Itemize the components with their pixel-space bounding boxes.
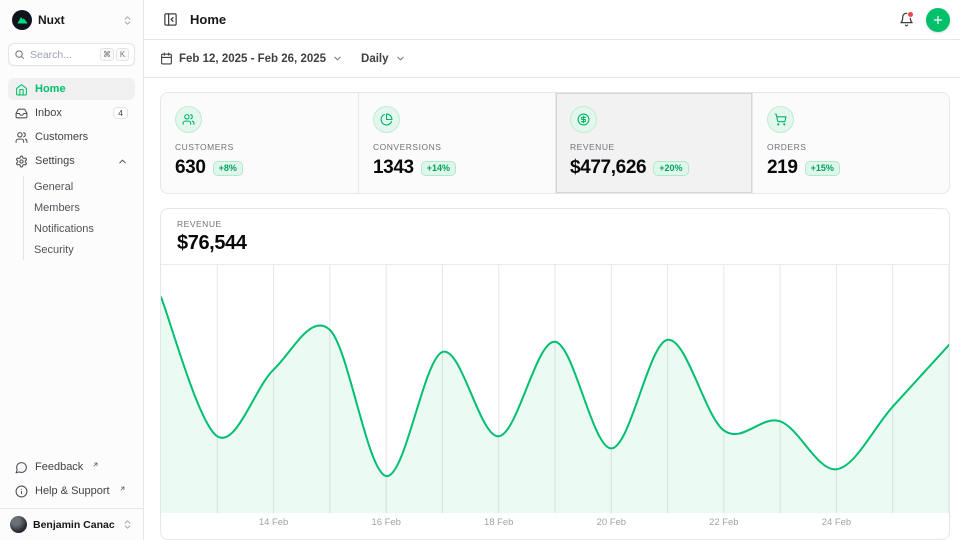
gear-icon (15, 155, 28, 168)
chart-x-tick-label: 14 Feb (259, 517, 288, 528)
notifications-button[interactable] (894, 8, 918, 32)
stat-card-customers[interactable]: CUSTOMERS 630 +8% (161, 93, 358, 193)
panel-left-close-icon (163, 12, 178, 27)
users-icon (175, 106, 202, 133)
stat-label: ORDERS (767, 142, 935, 152)
search-icon (14, 49, 25, 60)
chevrons-up-down-icon (122, 519, 133, 530)
chart-title: REVENUE (177, 219, 933, 229)
date-range-picker[interactable]: Feb 12, 2025 - Feb 26, 2025 (158, 48, 345, 69)
avatar (10, 516, 27, 533)
search-input[interactable]: Search... ⌘ K (8, 43, 135, 66)
stats-row: CUSTOMERS 630 +8% CONVERSIONS 1343 +14% (160, 92, 950, 194)
chart-x-tick-label: 16 Feb (371, 517, 400, 528)
period-value: Daily (361, 53, 389, 65)
chevron-up-icon (117, 156, 128, 167)
sidebar-item-label: Home (35, 83, 128, 95)
add-button[interactable] (926, 8, 950, 32)
plus-icon (932, 14, 944, 26)
main-area: Home Feb 12, 2025 - Feb 26, 2025 (144, 0, 960, 540)
chart-x-tick-label: 22 Feb (709, 517, 738, 528)
search-shortcut: ⌘ K (100, 48, 129, 61)
chart-headline-value: $76,544 (177, 232, 933, 255)
chart-header: REVENUE $76,544 (161, 209, 949, 265)
dashboard-app: Nuxt Search... ⌘ K Home (0, 0, 960, 540)
feedback-label: Feedback (35, 461, 83, 473)
info-icon (15, 485, 28, 498)
sidebar-item-customers[interactable]: Customers (8, 126, 135, 148)
stat-value: 219 (767, 157, 798, 179)
sidebar-nav: Home Inbox 4 Customers Settings (0, 78, 143, 260)
dollar-circle-icon (570, 106, 597, 133)
sidebar-footer-links: Feedback Help & Support (0, 456, 143, 508)
sidebar-item-settings[interactable]: Settings (8, 150, 135, 172)
sidebar-item-home[interactable]: Home (8, 78, 135, 100)
chevron-down-icon (395, 53, 406, 64)
sidebar-item-label: Settings (35, 155, 110, 167)
sidebar-item-notifications[interactable]: Notifications (26, 218, 135, 239)
stat-value: $477,626 (570, 157, 646, 179)
content: CUSTOMERS 630 +8% CONVERSIONS 1343 +14% (144, 78, 960, 540)
date-range-value: Feb 12, 2025 - Feb 26, 2025 (179, 53, 326, 65)
chat-icon (15, 461, 28, 474)
chevron-down-icon (332, 53, 343, 64)
user-name: Benjamin Canac (33, 519, 116, 531)
calendar-icon (160, 52, 173, 65)
notification-dot (907, 11, 914, 18)
inbox-icon (15, 107, 28, 120)
sidebar-item-security[interactable]: Security (26, 239, 135, 260)
sidebar-item-inbox[interactable]: Inbox 4 (8, 102, 135, 124)
chart-x-tick-label: 24 Feb (822, 517, 851, 528)
stat-delta-badge: +15% (805, 161, 840, 176)
sidebar-collapse-button[interactable] (158, 8, 182, 32)
pie-chart-icon (373, 106, 400, 133)
chevrons-up-down-icon (122, 15, 133, 26)
page-title: Home (190, 12, 886, 27)
stat-card-conversions[interactable]: CONVERSIONS 1343 +14% (358, 93, 555, 193)
workspace-name: Nuxt (38, 13, 116, 27)
stat-value: 1343 (373, 157, 414, 179)
cart-icon (767, 106, 794, 133)
sidebar-item-label: Inbox (35, 107, 106, 119)
users-icon (15, 131, 28, 144)
stat-delta-badge: +8% (213, 161, 243, 176)
home-icon (15, 83, 28, 96)
revenue-chart-panel: REVENUE $76,544 14 Feb 16 Feb 18 Feb 20 Feb… (160, 208, 950, 540)
settings-sub-list: General Members Notifications Security (23, 176, 135, 260)
stat-card-revenue[interactable]: REVENUE $477,626 +20% (555, 93, 752, 193)
period-select[interactable]: Daily (359, 49, 408, 69)
external-link-icon (119, 485, 126, 492)
page-header: Home (144, 0, 960, 40)
stat-label: CUSTOMERS (175, 142, 344, 152)
chart-x-tick-label: 20 Feb (597, 517, 626, 528)
revenue-area-chart[interactable]: 14 Feb 16 Feb 18 Feb 20 Feb 22 Feb 24 Feb (161, 265, 949, 532)
help-support-link[interactable]: Help & Support (8, 480, 135, 502)
stat-delta-badge: +14% (421, 161, 456, 176)
workspace-switcher[interactable]: Nuxt (0, 0, 143, 36)
sidebar-item-members[interactable]: Members (26, 197, 135, 218)
user-menu[interactable]: Benjamin Canac (0, 508, 143, 540)
kbd-k: K (116, 48, 129, 61)
feedback-link[interactable]: Feedback (8, 456, 135, 478)
filter-toolbar: Feb 12, 2025 - Feb 26, 2025 Daily (144, 40, 960, 78)
search-placeholder: Search... (30, 49, 95, 61)
sidebar-item-label: Customers (35, 131, 128, 143)
stat-card-orders[interactable]: ORDERS 219 +15% (752, 93, 949, 193)
kbd-cmd: ⌘ (100, 48, 114, 61)
sidebar: Nuxt Search... ⌘ K Home (0, 0, 144, 540)
stat-label: CONVERSIONS (373, 142, 541, 152)
sidebar-spacer (0, 260, 143, 456)
chart-x-tick-label: 18 Feb (484, 517, 513, 528)
help-support-label: Help & Support (35, 485, 110, 497)
external-link-icon (92, 461, 99, 468)
sidebar-item-general[interactable]: General (26, 176, 135, 197)
nuxt-logo-icon (12, 10, 32, 30)
stat-label: REVENUE (570, 142, 738, 152)
stat-delta-badge: +20% (653, 161, 688, 176)
stat-value: 630 (175, 157, 206, 179)
inbox-count-badge: 4 (113, 107, 128, 120)
